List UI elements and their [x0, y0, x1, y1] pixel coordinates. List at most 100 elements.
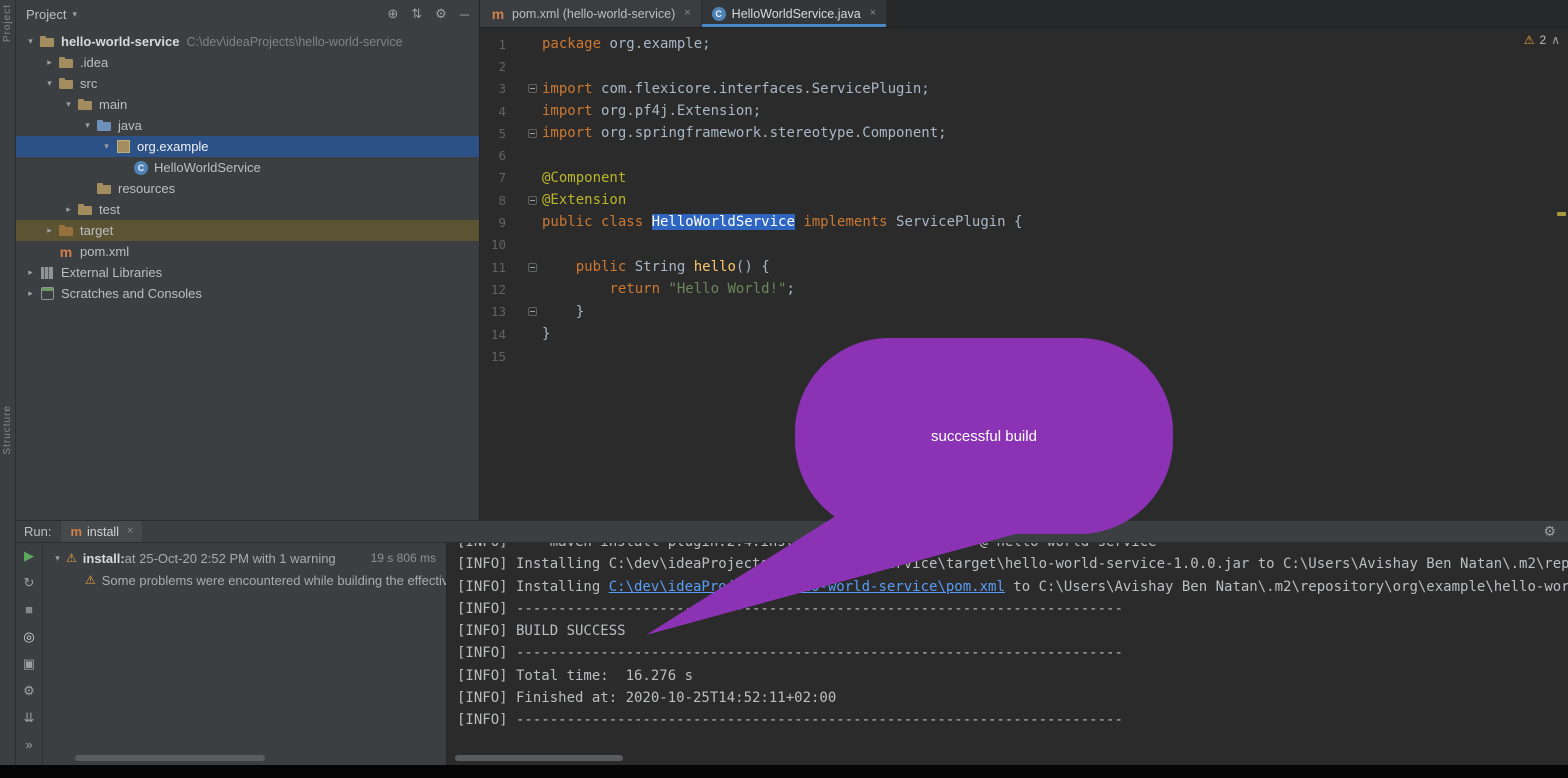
stop-icon[interactable]: ■	[25, 603, 33, 616]
tree-row[interactable]: resources	[16, 178, 479, 199]
chevron-down-icon[interactable]: ▾	[22, 36, 39, 47]
horizontal-scrollbar[interactable]	[75, 755, 265, 761]
code-line[interactable]	[542, 55, 1568, 77]
locate-icon[interactable]: ⊕	[387, 6, 398, 22]
code-line[interactable]: package org.example;	[542, 33, 1568, 55]
gutter-line: 11	[480, 256, 540, 278]
gear-icon[interactable]: ⚙	[1543, 523, 1556, 540]
fold-icon[interactable]	[528, 129, 537, 138]
chevron-down-icon[interactable]: ▾	[41, 78, 58, 89]
console-line: [INFO] ---------------------------------…	[457, 642, 1568, 664]
close-icon[interactable]: ×	[684, 8, 690, 19]
fold-icon[interactable]	[528, 263, 537, 272]
collapse-all-icon[interactable]: ⇅	[411, 6, 422, 22]
code-line[interactable]: @Extension	[542, 189, 1568, 211]
fold-icon[interactable]	[528, 307, 537, 316]
chevron-down-icon[interactable]: ▾	[98, 141, 115, 152]
inspection-widget[interactable]: ⚠ 2 ∧	[1524, 33, 1560, 47]
tree-item-label: java	[118, 118, 142, 133]
close-icon[interactable]: ×	[127, 526, 133, 537]
run-tab-label: install	[87, 525, 119, 539]
tree-item-label: resources	[118, 181, 175, 196]
screenshot-icon[interactable]: ▣	[23, 657, 35, 670]
scroll-to-end-icon[interactable]: ⇊	[24, 711, 35, 724]
code-line[interactable]: import org.springframework.stereotype.Co…	[542, 122, 1568, 144]
fold-slot	[506, 196, 540, 205]
tree-row[interactable]: ▾ java	[16, 115, 479, 136]
project-stripe-button[interactable]: Project	[2, 4, 13, 42]
project-panel: Project ▾ ⊕ ⇅ ⚙ ─ ▾hello-world-serviceC:\de…	[16, 0, 480, 520]
editor-tab[interactable]: mpom.xml (hello-world-service)×	[480, 0, 702, 27]
code-token: hello	[694, 259, 736, 275]
more-icon[interactable]: »	[25, 738, 32, 751]
chevron-right-icon[interactable]: ▸	[41, 57, 58, 68]
tree-item-label: org.example	[137, 139, 209, 154]
chevron-down-icon[interactable]: ▾	[49, 553, 66, 564]
warning-stripe-mark[interactable]	[1557, 212, 1566, 216]
editor-tab[interactable]: CHelloWorldService.java×	[702, 0, 887, 27]
code-line[interactable]: return "Hello World!";	[542, 278, 1568, 300]
settings-icon[interactable]: ⚙	[23, 684, 35, 697]
folder-icon	[39, 34, 55, 50]
chevron-down-icon[interactable]: ▾	[72, 9, 77, 20]
close-icon[interactable]: ×	[870, 8, 876, 19]
chevron-right-icon[interactable]: ▸	[41, 225, 58, 236]
rerun-icon[interactable]: ↻	[24, 576, 35, 589]
run-tab-install[interactable]: m install ×	[61, 521, 142, 542]
code-line[interactable]: import com.flexicore.interfaces.ServiceP…	[542, 78, 1568, 100]
code-line[interactable]: public String hello() {	[542, 256, 1568, 278]
code-line[interactable]: import org.pf4j.Extension;	[542, 100, 1568, 122]
hide-panel-icon[interactable]: ─	[460, 7, 469, 22]
code-line[interactable]: public class HelloWorldService implement…	[542, 211, 1568, 233]
tree-row[interactable]: mpom.xml	[16, 241, 479, 262]
code-line[interactable]: }	[542, 301, 1568, 323]
settings-gear-icon[interactable]: ⚙	[435, 6, 447, 22]
show-passed-icon[interactable]: ◎	[23, 630, 34, 643]
code-line[interactable]	[542, 144, 1568, 166]
line-number: 12	[480, 282, 506, 297]
tree-row[interactable]: ▾hello-world-serviceC:\dev\ideaProjects\…	[16, 31, 479, 52]
project-tree[interactable]: ▾hello-world-serviceC:\dev\ideaProjects\…	[16, 28, 479, 304]
chevron-down-icon[interactable]: ▾	[79, 120, 96, 131]
tree-item-label: target	[80, 223, 113, 238]
horizontal-scrollbar[interactable]	[455, 755, 623, 761]
fold-slot	[506, 84, 540, 93]
structure-stripe-button[interactable]: Structure	[2, 405, 13, 455]
tree-row[interactable]: ▸test	[16, 199, 479, 220]
package-icon	[115, 139, 131, 155]
chevron-down-icon[interactable]: ▾	[60, 99, 77, 110]
code-token: org.example;	[609, 36, 710, 52]
tree-row[interactable]: ▸ target	[16, 220, 479, 241]
tree-row[interactable]: ▸.idea	[16, 52, 479, 73]
code-line[interactable]: @Component	[542, 167, 1568, 189]
code-line[interactable]	[542, 234, 1568, 256]
fold-icon[interactable]	[528, 84, 537, 93]
console-line: [INFO] ---------------------------------…	[457, 709, 1568, 731]
line-number: 4	[480, 104, 506, 119]
run-icon[interactable]: ▶	[24, 549, 34, 562]
run-tree[interactable]: ▾ ⚠ install: at 25-Oct-20 2:52 PM with 1…	[43, 543, 447, 766]
code-token: return	[609, 281, 668, 297]
code-token: String	[635, 259, 694, 275]
tree-row[interactable]: ▾main	[16, 94, 479, 115]
tree-row[interactable]: ▾src	[16, 73, 479, 94]
gutter-line: 8	[480, 189, 540, 211]
tree-row[interactable]: CHelloWorldService	[16, 157, 479, 178]
run-tree-warning-row[interactable]: ⚠ Some problems were encountered while b…	[43, 569, 446, 591]
collapse-widget-icon[interactable]: ∧	[1551, 33, 1560, 47]
editor-tabs: mpom.xml (hello-world-service)×CHelloWor…	[480, 0, 1568, 28]
chevron-right-icon[interactable]: ▸	[22, 267, 39, 278]
tree-row[interactable]: ▾ org.example	[16, 136, 479, 157]
editor-gutter[interactable]: 123456789101112131415	[480, 33, 540, 520]
chevron-right-icon[interactable]: ▸	[60, 204, 77, 215]
project-panel-title[interactable]: Project	[26, 7, 66, 22]
fold-icon[interactable]	[528, 196, 537, 205]
chevron-right-icon[interactable]: ▸	[22, 288, 39, 299]
fold-slot	[506, 307, 540, 316]
code-token: org.springframework.stereotype.Component…	[601, 125, 947, 141]
run-tree-root-row[interactable]: ▾ ⚠ install: at 25-Oct-20 2:52 PM with 1…	[43, 547, 446, 569]
tool-window-strip: Project Structure	[0, 0, 16, 766]
tree-row[interactable]: ▸External Libraries	[16, 262, 479, 283]
console-line: [INFO] Total time: 16.276 s	[457, 665, 1568, 687]
tree-row[interactable]: ▸Scratches and Consoles	[16, 283, 479, 304]
